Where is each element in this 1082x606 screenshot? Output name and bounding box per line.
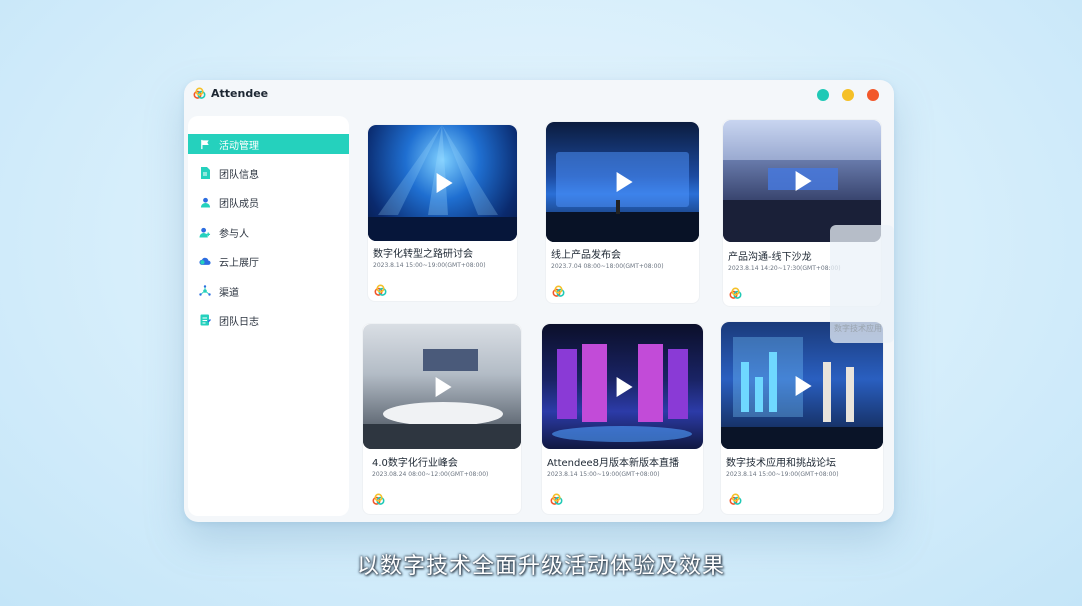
attendee-logo-icon — [550, 493, 563, 505]
app-name: Attendee — [211, 87, 269, 100]
play-icon[interactable] — [435, 376, 452, 397]
event-card[interactable]: 线上产品发布会 2023.7.04 08:00~18:00(GMT+08:00) — [545, 121, 700, 304]
person-icon — [199, 196, 211, 208]
play-icon[interactable] — [795, 375, 812, 396]
event-card[interactable]: Attendee8月版本新版本直播 2023.8.14 15:00~19:00(… — [541, 323, 704, 515]
window-controls — [817, 89, 879, 101]
sidebar-item-participants[interactable]: 参与人 — [188, 222, 349, 242]
event-title: 数字技术应用和挑战论坛 — [726, 458, 836, 469]
sidebar-item-label: 团队成员 — [219, 198, 259, 210]
video-caption: 以数字技术全面升级活动体验及效果 — [356, 554, 725, 579]
event-time: 2023.8.14 15:00~19:00(GMT+08:00) — [373, 262, 486, 269]
sidebar-item-label: 活动管理 — [219, 140, 259, 152]
event-title: 线上产品发布会 — [551, 250, 621, 261]
sidebar-item-label: 参与人 — [219, 228, 249, 240]
event-title: 产品沟通-线下沙龙 — [728, 252, 812, 263]
event-time: 2023.08.24 08:00~12:00(GMT+08:00) — [372, 471, 489, 478]
attendee-logo-icon — [729, 493, 742, 505]
event-time: 2023.7.04 08:00~18:00(GMT+08:00) — [551, 263, 664, 270]
attendee-logo-icon — [374, 284, 387, 296]
minimize-button[interactable] — [817, 89, 829, 101]
app-window: Attendee 活动管理 团队信息 团队成员 参与人 云上展厅 渠道 团队日志… — [184, 80, 894, 522]
title-bar: Attendee — [184, 80, 894, 110]
attendee-logo-icon — [372, 493, 385, 505]
event-thumbnail[interactable] — [542, 324, 703, 449]
cloud-icon — [199, 255, 211, 267]
sidebar-item-team-info[interactable]: 团队信息 — [188, 163, 349, 183]
event-title: 4.0数字化行业峰会 — [372, 458, 458, 469]
user-add-icon — [199, 226, 211, 238]
sidebar-item-label: 云上展厅 — [219, 257, 259, 269]
event-time: 2023.8.14 15:00~19:00(GMT+08:00) — [726, 471, 839, 478]
attendee-logo-icon — [193, 87, 206, 99]
maximize-button[interactable] — [842, 89, 854, 101]
event-thumbnail[interactable] — [363, 324, 521, 449]
sidebar-item-team-members[interactable]: 团队成员 — [188, 192, 349, 212]
sidebar-item-channels[interactable]: 渠道 — [188, 281, 349, 301]
flag-icon — [199, 138, 211, 150]
event-card[interactable]: 数字化转型之路研讨会 2023.8.14 15:00~19:00(GMT+08:… — [367, 124, 518, 302]
document-icon — [199, 167, 211, 179]
play-icon[interactable] — [436, 173, 453, 193]
log-icon — [199, 314, 211, 326]
event-thumbnail[interactable] — [723, 120, 881, 242]
event-time: 2023.8.14 15:00~19:00(GMT+08:00) — [547, 471, 660, 478]
close-button[interactable] — [867, 89, 879, 101]
attendee-logo-icon — [729, 287, 742, 299]
sidebar-item-team-log[interactable]: 团队日志 — [188, 310, 349, 330]
ghost-card-overlay: 数字技术应用 — [830, 225, 894, 343]
network-icon — [199, 285, 211, 297]
sidebar-item-cloud-exhibition[interactable]: 云上展厅 — [188, 251, 349, 271]
event-title: Attendee8月版本新版本直播 — [547, 458, 680, 469]
play-icon[interactable] — [795, 171, 812, 191]
sidebar: 活动管理 团队信息 团队成员 参与人 云上展厅 渠道 团队日志 — [188, 116, 349, 516]
sidebar-item-label: 团队信息 — [219, 169, 259, 181]
event-thumbnail[interactable] — [368, 125, 517, 241]
event-card[interactable]: 数字技术应用和挑战论坛 2023.8.14 15:00~19:00(GMT+08… — [720, 321, 884, 515]
attendee-logo-icon — [552, 285, 565, 297]
sidebar-item-label: 渠道 — [219, 287, 239, 299]
ghost-card-text: 数字技术应用 — [834, 324, 882, 333]
event-thumbnail[interactable] — [546, 122, 699, 242]
sidebar-item-label: 团队日志 — [219, 316, 259, 328]
event-time: 2023.8.14 14:20~17:30(GMT+08:00) — [728, 265, 841, 272]
play-icon[interactable] — [616, 172, 633, 192]
play-icon[interactable] — [616, 376, 633, 397]
event-title: 数字化转型之路研讨会 — [373, 249, 473, 260]
sidebar-item-activity-management[interactable]: 活动管理 — [188, 134, 349, 154]
event-card[interactable]: 4.0数字化行业峰会 2023.08.24 08:00~12:00(GMT+08… — [362, 323, 522, 515]
brand: Attendee — [193, 87, 268, 100]
